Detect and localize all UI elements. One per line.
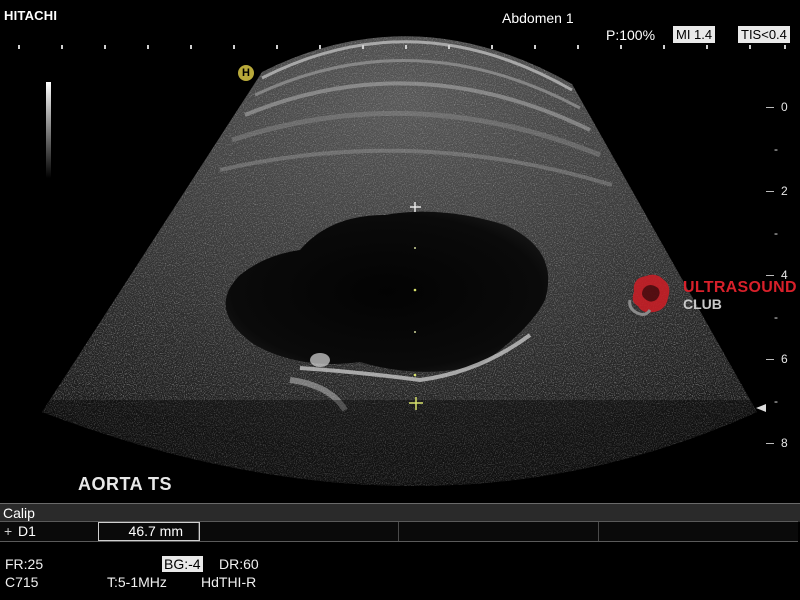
depth-label: - bbox=[774, 310, 778, 324]
depth-label: 2 bbox=[781, 184, 788, 198]
depth-label: - bbox=[774, 142, 778, 156]
caliper-cross-icon: + bbox=[4, 523, 13, 539]
ultrasound-screen: HITACHI Abdomen 1 P:100% MI 1.4 TIS<0.4 … bbox=[0, 0, 800, 600]
view-label: AORTA TS bbox=[78, 474, 172, 494]
watermark-text-secondary: CLUB bbox=[683, 296, 722, 312]
depth-tick bbox=[766, 359, 774, 360]
tis-readout: TIS<0.4 bbox=[738, 26, 790, 43]
lateral-tick-row bbox=[18, 45, 786, 49]
depth-tick bbox=[766, 107, 774, 108]
depth-label: - bbox=[774, 226, 778, 240]
bg-setting-box: BG:-4 bbox=[162, 556, 203, 572]
calip-panel-header: Calip bbox=[0, 503, 800, 522]
watermark-text-primary: ULTRASOUND bbox=[683, 279, 797, 296]
depth-label: 0 bbox=[781, 100, 788, 114]
frequency: T:5-1MHz bbox=[107, 574, 167, 590]
ultrasound-image bbox=[42, 36, 766, 486]
depth-tick bbox=[766, 443, 774, 444]
sector-field bbox=[42, 36, 757, 486]
measurement-cell bbox=[199, 522, 399, 541]
measurement-value-text: 46.7 mm bbox=[128, 523, 183, 539]
measurement-label: D1 bbox=[18, 523, 36, 539]
measurement-row[interactable]: + D1 46.7 mm bbox=[0, 521, 798, 542]
depth-label: 6 bbox=[781, 352, 788, 366]
brand-logo: HITACHI bbox=[4, 8, 58, 23]
bg-setting: BG:-4 bbox=[162, 556, 203, 572]
watermark-logo-icon bbox=[628, 274, 670, 316]
preset-name: Abdomen 1 bbox=[502, 10, 574, 26]
orientation-marker-icon: H bbox=[238, 65, 254, 81]
grayscale-bar bbox=[46, 82, 51, 178]
depth-label: 8 bbox=[781, 436, 788, 450]
imaging-mode: HdTHI-R bbox=[201, 574, 257, 590]
measurement-value: 46.7 mm bbox=[98, 522, 200, 541]
focus-marker[interactable] bbox=[756, 404, 766, 412]
probe-name: C715 bbox=[5, 574, 39, 590]
power-readout: P:100% bbox=[606, 27, 656, 43]
depth-tick bbox=[766, 275, 774, 276]
frame-rate: FR:25 bbox=[5, 556, 44, 572]
mi-readout: MI 1.4 bbox=[673, 26, 716, 43]
measurement-cell bbox=[399, 522, 599, 541]
measurement-cell bbox=[599, 522, 797, 541]
depth-label: - bbox=[774, 394, 778, 408]
depth-tick bbox=[766, 191, 774, 192]
dynamic-range: DR:60 bbox=[219, 556, 259, 572]
